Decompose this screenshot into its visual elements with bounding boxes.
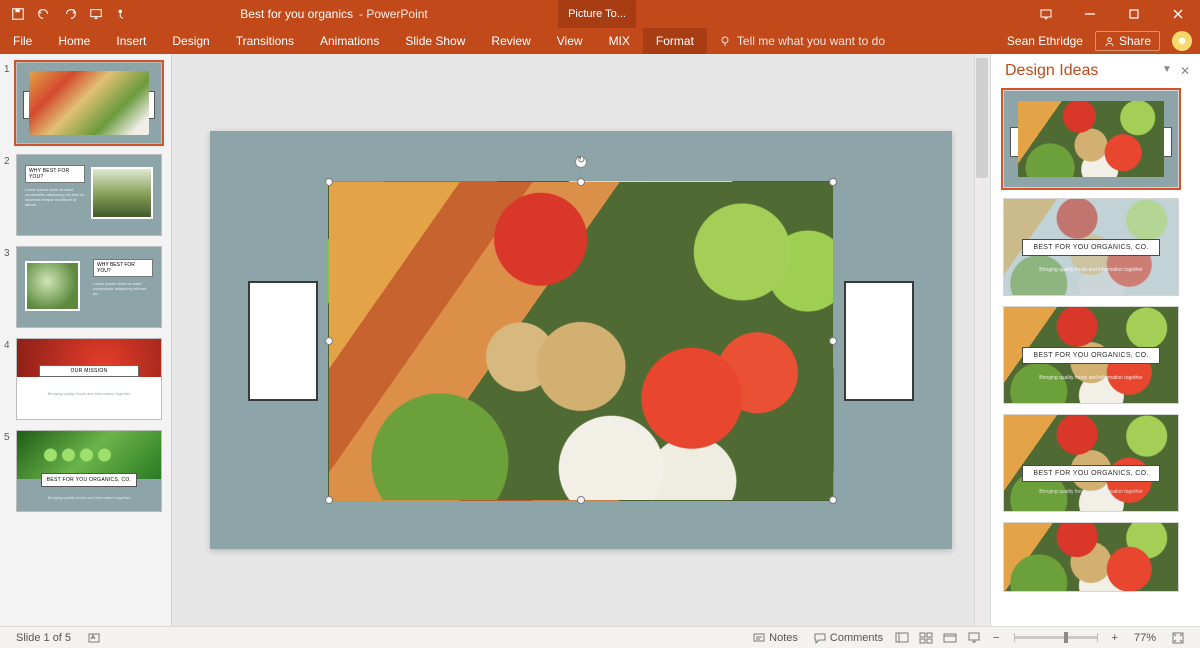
notes-icon: [753, 632, 765, 644]
design-idea-2[interactable]: BEST FOR YOU ORGANICS, CO. Bringing qual…: [1003, 198, 1179, 296]
user-name[interactable]: Sean Ethridge: [1007, 34, 1083, 48]
user-avatar[interactable]: ☻: [1172, 31, 1192, 51]
pane-close-icon[interactable]: ✕: [1180, 64, 1190, 78]
maximize-icon[interactable]: [1112, 0, 1156, 28]
normal-view-icon[interactable]: [891, 629, 913, 647]
undo-icon[interactable]: [36, 6, 52, 22]
title-bar: Best for you organics - PowerPoint Pictu…: [0, 0, 1200, 28]
reading-view-icon[interactable]: [939, 629, 961, 647]
redo-icon[interactable]: [62, 6, 78, 22]
contextual-tab-label: Picture To...: [558, 0, 636, 28]
ribbon: File Home Insert Design Transitions Anim…: [0, 28, 1200, 54]
design-ideas-pane: Design Ideas ▼ ✕ BEST FOR YOU ORGANICS, …: [990, 54, 1200, 626]
ribbon-display-options-icon[interactable]: [1024, 0, 1068, 28]
status-bar: Slide 1 of 5 Notes Comments − + 77%: [0, 626, 1200, 648]
design-idea-3[interactable]: BEST FOR YOU ORGANICS, CO. Bringing qual…: [1003, 306, 1179, 404]
app-name: - PowerPoint: [359, 7, 428, 21]
lightbulb-icon: [719, 35, 731, 47]
resize-handle[interactable]: [325, 496, 333, 504]
comments-button[interactable]: Comments: [806, 632, 891, 644]
slide-thumbnails-panel[interactable]: 1 2 WHY BEST FOR YOU? Lorem ipsum dolor …: [0, 54, 172, 626]
resize-handle[interactable]: [325, 337, 333, 345]
save-icon[interactable]: [10, 6, 26, 22]
slide-thumbnail-5[interactable]: BEST FOR YOU ORGANICS, CO. Bringing qual…: [16, 430, 162, 512]
document-title: Best for you organics: [240, 7, 353, 21]
thumb-number: 1: [4, 62, 16, 75]
slideshow-view-icon[interactable]: [963, 629, 985, 647]
slide-thumbnail-4[interactable]: OUR MISSION Bringing quality foods and i…: [16, 338, 162, 420]
tab-insert[interactable]: Insert: [103, 28, 159, 54]
tab-view[interactable]: View: [544, 28, 596, 54]
slide-thumbnail-3[interactable]: WHY BEST FOR YOU? Lorem ipsum dolor sit …: [16, 246, 162, 328]
resize-handle[interactable]: [577, 178, 585, 186]
tab-format[interactable]: Format: [643, 28, 707, 54]
tell-me-search[interactable]: Tell me what you want to do: [707, 28, 897, 54]
resize-handle[interactable]: [325, 178, 333, 186]
pane-title: Design Ideas: [1005, 62, 1098, 80]
zoom-slider[interactable]: [1014, 636, 1098, 639]
tab-home[interactable]: Home: [45, 28, 103, 54]
slide-thumbnail-2[interactable]: WHY BEST FOR YOU? Lorem ipsum dolor sit …: [16, 154, 162, 236]
slide-editor[interactable]: [172, 54, 990, 626]
close-icon[interactable]: [1156, 0, 1200, 28]
slide-canvas[interactable]: [210, 131, 952, 549]
tab-design[interactable]: Design: [159, 28, 222, 54]
text-placeholder-left[interactable]: [248, 281, 318, 401]
resize-handle[interactable]: [577, 496, 585, 504]
minimize-icon[interactable]: [1068, 0, 1112, 28]
rotate-handle[interactable]: [575, 156, 587, 168]
thumb-number: 5: [4, 430, 16, 443]
thumb-number: 3: [4, 246, 16, 259]
design-idea-1[interactable]: [1003, 90, 1179, 188]
share-button[interactable]: Share: [1095, 31, 1160, 51]
editor-scrollbar[interactable]: [974, 54, 990, 626]
present-icon[interactable]: [88, 6, 104, 22]
thumb-number: 2: [4, 154, 16, 167]
zoom-out-icon[interactable]: −: [989, 632, 1003, 644]
text-placeholder-right[interactable]: [844, 281, 914, 401]
pane-dropdown-icon[interactable]: ▼: [1162, 64, 1172, 78]
comments-icon: [814, 632, 826, 644]
design-idea-5[interactable]: [1003, 522, 1179, 592]
tab-file[interactable]: File: [0, 28, 45, 54]
resize-handle[interactable]: [829, 337, 837, 345]
resize-handle[interactable]: [829, 496, 837, 504]
share-icon: [1104, 36, 1115, 47]
slide-indicator[interactable]: Slide 1 of 5: [8, 632, 79, 644]
tab-mix[interactable]: MIX: [596, 28, 643, 54]
zoom-level[interactable]: 77%: [1126, 632, 1164, 644]
resize-handle[interactable]: [829, 178, 837, 186]
spell-check-icon[interactable]: [79, 631, 109, 645]
tab-animations[interactable]: Animations: [307, 28, 392, 54]
touch-mode-icon[interactable]: [114, 6, 130, 22]
selected-picture[interactable]: [328, 181, 834, 501]
tab-review[interactable]: Review: [478, 28, 543, 54]
tab-slide-show[interactable]: Slide Show: [392, 28, 478, 54]
notes-button[interactable]: Notes: [745, 632, 806, 644]
slide-thumbnail-1[interactable]: [16, 62, 162, 144]
tell-me-placeholder: Tell me what you want to do: [737, 34, 885, 48]
design-idea-4[interactable]: BEST FOR YOU ORGANICS, CO. Bringing qual…: [1003, 414, 1179, 512]
tab-transitions[interactable]: Transitions: [223, 28, 307, 54]
zoom-in-icon[interactable]: +: [1108, 632, 1122, 644]
fit-to-window-icon[interactable]: [1164, 632, 1192, 644]
slide-sorter-icon[interactable]: [915, 629, 937, 647]
thumb-number: 4: [4, 338, 16, 351]
